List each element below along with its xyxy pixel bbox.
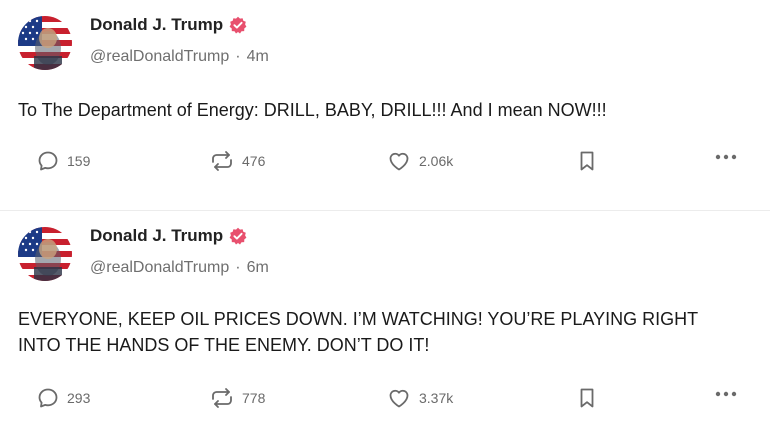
- like-button[interactable]: 2.06k: [386, 149, 453, 173]
- verified-badge-icon: [229, 16, 247, 34]
- more-options-icon: [715, 391, 737, 397]
- reply-icon: [38, 151, 58, 171]
- author-meta: @realDonaldTrump · 4m: [90, 48, 269, 66]
- like-button[interactable]: 3.37k: [386, 386, 453, 410]
- retruth-button[interactable]: 476: [209, 149, 265, 173]
- like-heart-icon: [389, 389, 409, 408]
- reply-button[interactable]: 159: [36, 149, 90, 173]
- more-options-icon: [715, 154, 737, 160]
- like-count: 3.37k: [419, 390, 454, 406]
- author-name[interactable]: Donald J. Trump: [90, 226, 223, 246]
- avatar[interactable]: [18, 16, 72, 70]
- author-row: Donald J. Trump: [90, 15, 247, 35]
- retruth-icon: [212, 151, 232, 171]
- retruth-button[interactable]: 778: [209, 386, 265, 410]
- author-handle[interactable]: @realDonaldTrump: [90, 48, 229, 65]
- meta-separator: ·: [235, 48, 241, 65]
- more-options-button[interactable]: [714, 390, 738, 398]
- author-name[interactable]: Donald J. Trump: [90, 15, 223, 35]
- author-handle[interactable]: @realDonaldTrump: [90, 259, 229, 276]
- post-timestamp[interactable]: 6m: [247, 259, 269, 276]
- retruth-count: 778: [242, 390, 266, 406]
- meta-separator: ·: [235, 259, 241, 276]
- post-text: EVERYONE, KEEP OIL PRICES DOWN. I’M WATC…: [18, 309, 698, 355]
- retruth-icon: [212, 388, 232, 408]
- post-text: To The Department of Energy: DRILL, BABY…: [18, 100, 607, 120]
- flag-portrait-avatar-icon: [18, 16, 72, 70]
- feed: Donald J. Trump @realDonaldTrump · 4m To T…: [0, 0, 770, 421]
- flag-portrait-avatar-icon: [18, 227, 72, 281]
- bookmark-button[interactable]: [578, 386, 596, 410]
- post-timestamp[interactable]: 4m: [247, 48, 269, 65]
- retruth-count: 476: [242, 153, 266, 169]
- post-actions: 159 476 2.06k: [0, 149, 770, 173]
- post-actions: 293 778 3.37k: [0, 386, 770, 410]
- author-row: Donald J. Trump: [90, 226, 247, 246]
- like-count: 2.06k: [419, 153, 454, 169]
- reply-count: 159: [67, 153, 91, 169]
- post[interactable]: Donald J. Trump @realDonaldTrump · 6m EVER…: [0, 210, 770, 420]
- reply-button[interactable]: 293: [36, 386, 90, 410]
- more-options-button[interactable]: [714, 153, 738, 161]
- verified-badge-icon: [229, 227, 247, 245]
- reply-icon: [38, 388, 58, 408]
- bookmark-icon: [580, 151, 594, 171]
- reply-count: 293: [67, 390, 91, 406]
- avatar[interactable]: [18, 227, 72, 281]
- bookmark-button[interactable]: [578, 149, 596, 173]
- author-meta: @realDonaldTrump · 6m: [90, 259, 269, 277]
- bookmark-icon: [580, 388, 594, 408]
- like-heart-icon: [389, 152, 409, 171]
- post[interactable]: Donald J. Trump @realDonaldTrump · 4m To T…: [0, 0, 770, 210]
